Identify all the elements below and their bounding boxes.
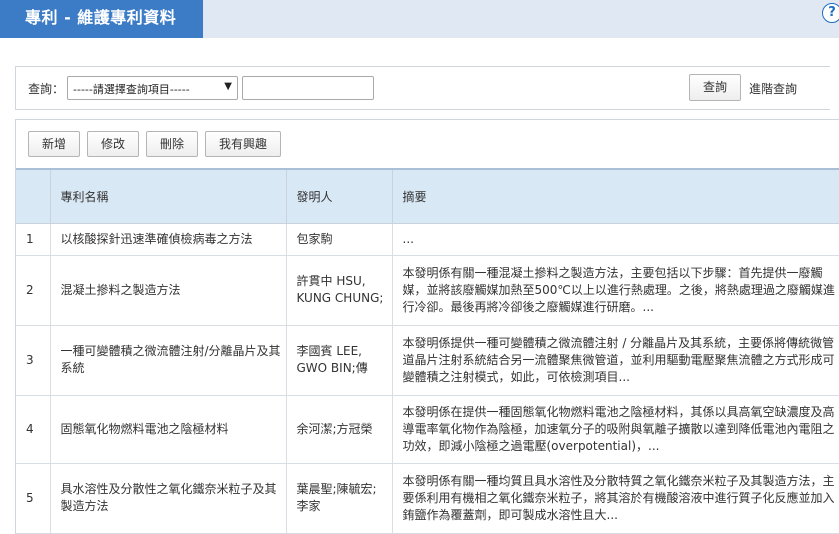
interest-button[interactable]: 我有興趣 (205, 131, 281, 157)
query-select-value: -----請選擇查詢項目----- (73, 83, 190, 96)
query-panel: 查詢： -----請選擇查詢項目----- ▼ 查詢 進階查詢 (15, 66, 830, 110)
data-panel: 新增 修改 刪除 我有興趣 專利名稱 發明人 摘要 1 以核酸探針迅速準確偵檢病… (15, 119, 839, 534)
add-button[interactable]: 新增 (28, 131, 80, 157)
table-header-row: 專利名稱 發明人 摘要 (16, 168, 839, 224)
row-number: 4 (16, 395, 51, 464)
column-header-name[interactable]: 專利名稱 (50, 168, 287, 224)
abstract: 本發明係有關一種混凝土摻料之製造方法，主要包括以下步驟：首先提供一廢觸媒，並將該… (392, 255, 839, 326)
page-title: 專利 - 維護專利資料 (25, 8, 177, 27)
abstract: 本發明係在提供一種固態氧化物燃料電池之陰極材料，其係以具高氧空缺濃度及高導電率氧… (392, 395, 839, 464)
abstract-text: 本發明係有關一種混凝土摻料之製造方法，主要包括以下步驟：首先提供一廢觸媒，並將該… (402, 265, 835, 314)
table-row[interactable]: 5 具水溶性及分散性之氧化鐵奈米粒子及其製造方法 葉晨聖;陳毓宏;李家 本發明係… (16, 463, 839, 534)
abstract-text: 本發明係提供一種可變體積之微流體注射 / 分離晶片及其系統，主要係將傳統微管道晶… (402, 335, 835, 384)
row-number: 2 (16, 255, 51, 326)
chevron-down-icon: ▼ (224, 81, 232, 92)
patent-table: 專利名稱 發明人 摘要 1 以核酸探針迅速準確偵檢病毒之方法 包家駒 ... 2… (16, 168, 839, 534)
table-row[interactable]: 1 以核酸探針迅速準確偵檢病毒之方法 包家駒 ... (16, 223, 839, 256)
abstract: 本發明係提供一種可變體積之微流體注射 / 分離晶片及其系統，主要係將傳統微管道晶… (392, 325, 839, 396)
abstract: ... (392, 223, 839, 256)
query-label: 查詢： (28, 82, 65, 96)
patent-name: 固態氧化物燃料電池之陰極材料 (50, 395, 287, 464)
abstract: 本發明係有關一種均質且具水溶性及分散特質之氧化鐵奈米粒子及其製造方法，主要係利用… (392, 463, 839, 534)
inventor: 包家駒 (286, 223, 393, 256)
table-row[interactable]: 3 一種可變體積之微流體注射/分離晶片及其系統 李國賓 LEE, GWO BIN… (16, 325, 839, 396)
search-button[interactable]: 查詢 (689, 74, 741, 101)
patent-name: 具水溶性及分散性之氧化鐵奈米粒子及其製造方法 (50, 463, 287, 534)
inventor: 許貫中 HSU, KUNG CHUNG; (286, 255, 393, 326)
row-number: 5 (16, 463, 51, 534)
row-number: 3 (16, 325, 51, 396)
inventor: 李國賓 LEE, GWO BIN;傳 (286, 325, 393, 396)
edit-button[interactable]: 修改 (87, 131, 139, 157)
table-row[interactable]: 4 固態氧化物燃料電池之陰極材料 余河潔;方冠榮 本發明係在提供一種固態氧化物燃… (16, 395, 839, 464)
delete-button[interactable]: 刪除 (146, 131, 198, 157)
patent-name: 混凝土摻料之製造方法 (50, 255, 287, 326)
abstract-text: 本發明係有關一種均質且具水溶性及分散特質之氧化鐵奈米粒子及其製造方法，主要係利用… (402, 473, 835, 522)
query-field-select[interactable]: -----請選擇查詢項目----- ▼ (67, 76, 238, 100)
inventor: 余河潔;方冠榮 (286, 395, 393, 464)
advanced-search-link[interactable]: 進階查詢 (749, 80, 797, 97)
column-header-index[interactable] (16, 168, 51, 224)
header-tab: 專利 - 維護專利資料 (0, 0, 203, 38)
abstract-text: 本發明係在提供一種固態氧化物燃料電池之陰極材料，其係以具高氧空缺濃度及高導電率氧… (402, 404, 835, 453)
patent-name: 一種可變體積之微流體注射/分離晶片及其系統 (50, 325, 287, 396)
row-number: 1 (16, 223, 51, 256)
column-header-inventor[interactable]: 發明人 (286, 168, 393, 224)
patent-name: 以核酸探針迅速準確偵檢病毒之方法 (50, 223, 287, 256)
abstract-text: ... (402, 231, 414, 246)
query-input[interactable] (242, 76, 374, 100)
page-header: 專利 - 維護專利資料 ? (0, 0, 839, 38)
inventor: 葉晨聖;陳毓宏;李家 (286, 463, 393, 534)
table-row[interactable]: 2 混凝土摻料之製造方法 許貫中 HSU, KUNG CHUNG; 本發明係有關… (16, 255, 839, 326)
help-icon[interactable]: ? (822, 3, 839, 23)
column-header-abstract[interactable]: 摘要 (392, 168, 839, 224)
